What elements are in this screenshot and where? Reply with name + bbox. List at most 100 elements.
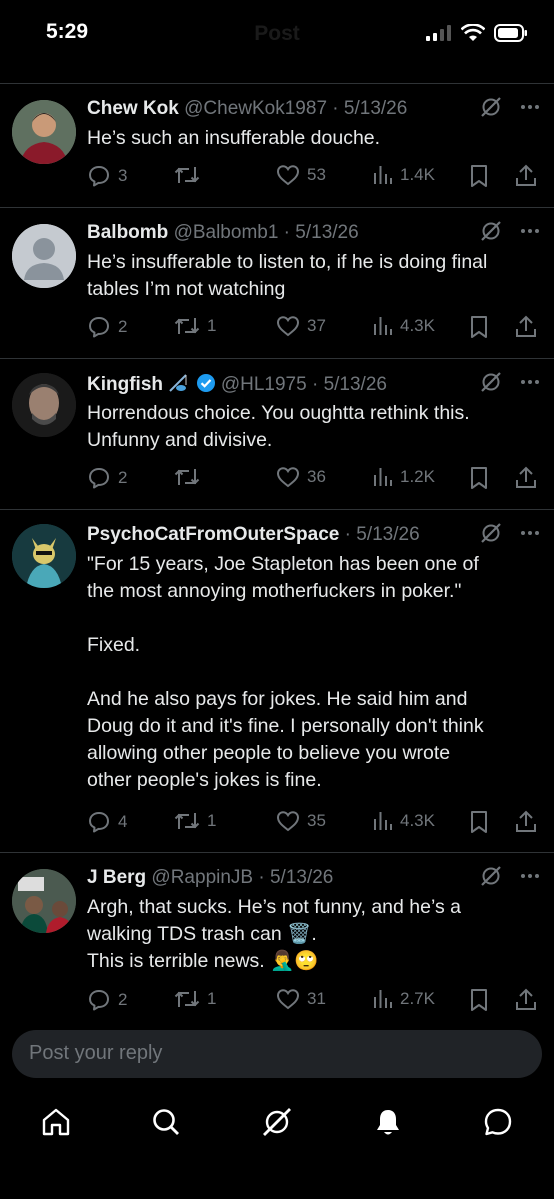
more-options-icon[interactable] [520,228,540,234]
repost-button[interactable]: 1 [174,315,216,337]
reply-button[interactable]: 2 [87,466,127,490]
post-text-line: Horrendous choice. You oughtta rethink t… [87,402,470,424]
bookmark-icon [471,467,487,489]
repost-button[interactable] [174,466,207,488]
views-button[interactable]: 1.2K [373,466,435,488]
post-date[interactable]: 5/13/26 [295,222,358,243]
tab-messages[interactable] [482,1106,514,1143]
bookmark-button[interactable] [469,164,489,188]
like-button[interactable]: 36 [276,466,326,488]
more-options-icon[interactable] [520,530,540,536]
reply-tweet[interactable]: PsychoCatFromOuterSpace · 5/13/26 "For 1… [0,510,554,853]
reply-count: 3 [118,166,128,185]
views-button[interactable]: 1.4K [373,164,435,186]
post-text-line: Unfunny and divisive. [87,429,273,451]
share-icon [516,164,536,186]
views-icon [374,317,392,335]
author-name[interactable]: Kingfish [87,374,163,395]
tab-notifications[interactable] [372,1106,404,1143]
views-button[interactable]: 4.3K [373,810,435,832]
reply-count: 4 [118,812,128,831]
reply-icon [89,468,109,489]
more-options-icon[interactable] [520,873,540,879]
repost-icon [174,167,200,183]
repost-button[interactable]: 1 [174,810,216,832]
share-icon [516,810,536,832]
author-name[interactable]: J Berg [87,867,146,888]
post-date[interactable]: 5/13/26 [356,524,419,545]
author-name[interactable]: Balbomb [87,222,168,243]
reply-tweet[interactable]: J Berg @RappinJB · 5/13/26 Argh, that su… [0,853,554,1018]
avatar[interactable] [12,869,76,933]
post-date[interactable]: 5/13/26 [324,374,387,395]
views-button[interactable]: 2.7K [373,988,435,1010]
grok-icon[interactable] [480,96,502,118]
repost-count: 1 [207,811,217,830]
author-handle[interactable]: @Balbomb1 [174,222,279,243]
more-options-icon[interactable] [520,104,540,110]
post-date[interactable]: 5/13/26 [344,98,407,119]
share-icon [516,466,536,488]
tab-home[interactable] [40,1106,72,1143]
more-options-icon[interactable] [520,379,540,385]
views-button[interactable]: 4.3K [373,315,435,337]
post-text: "For 15 years, Joe Stapleton has been on… [87,551,540,794]
bottom-tab-bar [0,1098,554,1148]
like-button[interactable]: 53 [276,164,326,186]
reply-icon [89,317,109,338]
heart-icon [276,165,300,186]
grok-icon[interactable] [480,522,502,544]
tab-search[interactable] [150,1106,182,1143]
repost-button[interactable]: 1 [174,988,216,1010]
reply-button[interactable]: 4 [87,810,127,834]
views-icon [374,166,392,184]
views-icon [374,468,392,486]
share-button[interactable] [515,315,537,339]
bookmark-button[interactable] [469,988,489,1012]
share-button[interactable] [515,988,537,1012]
bookmark-button[interactable] [469,315,489,339]
view-count: 2.7K [400,989,435,1008]
grok-icon[interactable] [480,220,502,242]
share-button[interactable] [515,164,537,188]
separator-dot: · [339,524,357,545]
reply-button[interactable]: 3 [87,164,127,188]
author-handle[interactable]: @ChewKok1987 [184,98,327,119]
grok-icon[interactable] [480,371,502,393]
post-text-line: tables I’m not watching [87,278,286,300]
tab-grok[interactable] [261,1106,293,1143]
reply-count: 2 [118,317,128,336]
bookmark-button[interactable] [469,810,489,834]
repost-count: 1 [207,316,217,335]
reply-tweet[interactable]: Kingfish @HL1975 · 5/13/26 Horrendous ch… [0,359,554,510]
avatar[interactable] [12,524,76,588]
post-text-line: This is terrible news. 🤦‍♂️🙄 [87,950,319,972]
reply-tweet[interactable]: Chew Kok @ChewKok1987 · 5/13/26 He’s suc… [0,84,554,208]
share-button[interactable] [515,466,537,490]
like-button[interactable]: 35 [276,810,326,832]
reply-input[interactable]: Post your reply [12,1030,542,1078]
author-handle[interactable]: @HL1975 [221,374,307,395]
reply-button[interactable]: 2 [87,988,127,1012]
author-handle[interactable]: @RappinJB [151,867,253,888]
share-button[interactable] [515,810,537,834]
notifications-icon [377,1110,399,1135]
like-button[interactable]: 31 [276,988,326,1010]
post-date[interactable]: 5/13/26 [270,867,333,888]
post-text-line [87,659,540,686]
reply-button[interactable]: 2 [87,315,127,339]
author-name[interactable]: Chew Kok [87,98,179,119]
avatar[interactable] [12,373,76,437]
bookmark-button[interactable] [469,466,489,490]
repost-button[interactable] [174,164,207,186]
avatar[interactable] [12,224,76,288]
reply-tweet[interactable]: Balbomb @Balbomb1 · 5/13/26 He’s insuffe… [0,208,554,359]
grok-icon[interactable] [480,865,502,887]
repost-icon [174,469,200,485]
avatar[interactable] [12,100,76,164]
reply-count: 2 [118,468,128,487]
like-button[interactable]: 37 [276,315,326,337]
author-name[interactable]: PsychoCatFromOuterSpace [87,524,339,545]
view-count: 1.4K [400,165,435,184]
bookmark-icon [471,165,487,187]
